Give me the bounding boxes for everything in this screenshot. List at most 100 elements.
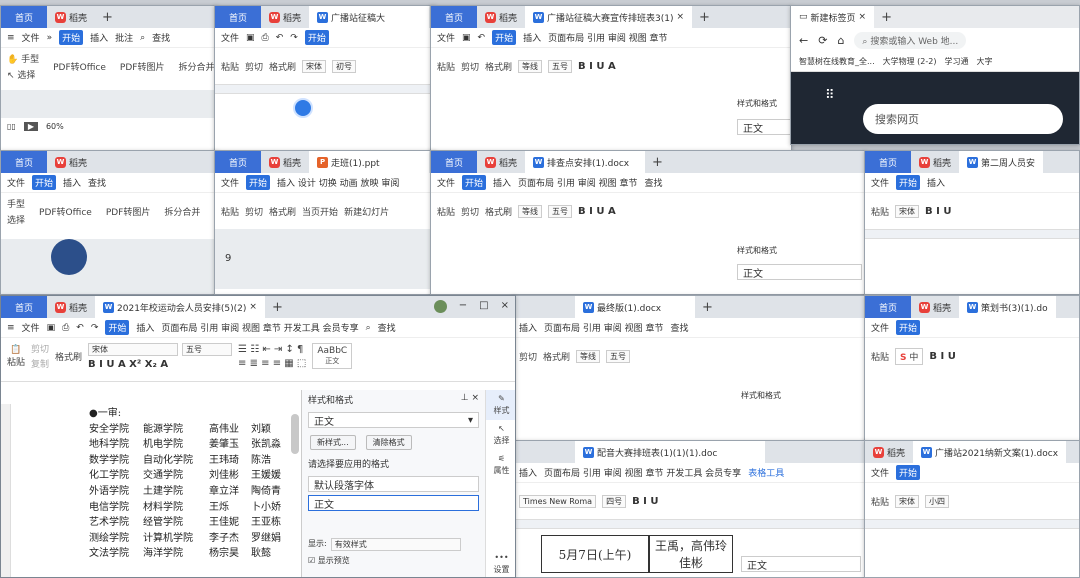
web-search-box[interactable]: 搜索网页 bbox=[863, 104, 1063, 134]
split-merge-button[interactable]: 拆分合并 bbox=[164, 205, 200, 218]
menu-insert[interactable]: 插入 bbox=[90, 31, 108, 44]
cut-button[interactable]: 剪切 bbox=[31, 342, 49, 355]
format-painter-button[interactable]: 格式刷 bbox=[55, 350, 82, 363]
menu-ribbon[interactable]: 插入 设计 切换 动画 放映 审阅 bbox=[277, 176, 399, 189]
play-icon[interactable]: ▶ bbox=[23, 121, 38, 131]
search-icon[interactable]: ⌕ bbox=[140, 33, 145, 43]
zoom-value[interactable]: 60% bbox=[46, 122, 64, 131]
cut-button[interactable]: 剪切 bbox=[461, 60, 479, 73]
menu-insert[interactable]: 插入 bbox=[523, 31, 541, 44]
tab-docer[interactable]: W 稻壳 bbox=[911, 151, 959, 173]
close-icon[interactable]: × bbox=[859, 12, 867, 22]
menu-insert[interactable]: 插入 bbox=[927, 176, 945, 189]
style-body[interactable]: 正文 bbox=[737, 119, 791, 135]
select-tool-button[interactable]: ↖ 选择 bbox=[7, 68, 39, 81]
format-buttons[interactable]: B I U A bbox=[578, 61, 616, 72]
menu-ribbon[interactable]: 页面布局 引用 审阅 视图 章节 bbox=[544, 321, 663, 334]
split-merge-button[interactable]: 拆分合并 bbox=[178, 60, 214, 73]
tab-docer[interactable]: W 稻壳 bbox=[477, 151, 525, 173]
font-select[interactable]: 宋体 bbox=[302, 59, 327, 73]
cut-button[interactable]: 剪切 bbox=[245, 60, 263, 73]
menu-insert[interactable]: 插入 bbox=[519, 466, 537, 479]
scrollbar[interactable] bbox=[291, 414, 299, 454]
menu-ribbon[interactable]: 页面布局 引用 审阅 视图 章节 开发工具 会员专享 bbox=[161, 321, 358, 334]
paste-button[interactable]: 粘贴 bbox=[437, 205, 455, 218]
paragraph-tools[interactable]: ☰ ☷ ⇤ ⇥ ↕ ¶ ≡ ≣ ≡ ≡ ▦ ⬚ bbox=[238, 344, 306, 369]
undo-icon[interactable]: ↶ bbox=[478, 33, 486, 43]
chevron-icon[interactable]: » bbox=[47, 33, 53, 43]
hand-tool-button[interactable]: ✋ 手型 bbox=[7, 52, 39, 65]
tab-document[interactable]: W 广播站征稿大 bbox=[309, 6, 430, 28]
format-buttons[interactable]: B I U bbox=[925, 206, 951, 217]
menu-insert[interactable]: 插入 bbox=[63, 176, 81, 189]
style-default-font[interactable]: 默认段落字体 bbox=[308, 476, 479, 492]
pin-icon[interactable]: ⊥ × bbox=[461, 393, 479, 406]
tab-new[interactable]: ▭ 新建标签页 × bbox=[791, 6, 875, 28]
tab-document[interactable]: W 第二周人员安 bbox=[959, 151, 1044, 173]
paste-button[interactable]: 粘贴 bbox=[871, 205, 889, 218]
ime-toolbar[interactable]: S 中 bbox=[895, 347, 924, 365]
close-window-icon[interactable]: × bbox=[501, 300, 509, 313]
tab-home[interactable]: 首页 bbox=[431, 6, 477, 28]
new-tab-button[interactable]: + bbox=[695, 296, 720, 318]
new-tab-button[interactable]: + bbox=[645, 151, 670, 173]
table-cell-date[interactable]: 5月7日(上午) bbox=[541, 535, 649, 573]
menu-file[interactable]: 文件 bbox=[871, 176, 889, 189]
font-select[interactable]: Times New Roma bbox=[519, 494, 597, 508]
bookmark-1[interactable]: 智慧树在线教育_全... bbox=[799, 56, 875, 67]
menu-start[interactable]: 开始 bbox=[246, 175, 271, 190]
bookmark-3[interactable]: 学习通 bbox=[945, 56, 969, 67]
menu-insert[interactable]: 插入 bbox=[519, 321, 537, 334]
font-select[interactable]: 宋体 bbox=[895, 494, 920, 508]
format-buttons[interactable]: B I U bbox=[632, 496, 658, 507]
new-tab-button[interactable]: + bbox=[265, 296, 290, 318]
menu-start[interactable]: 开始 bbox=[32, 175, 57, 190]
clear-format-button[interactable]: 清除格式 bbox=[365, 435, 412, 450]
menu-batch[interactable]: 批注 bbox=[115, 31, 133, 44]
paste-button[interactable]: 粘贴 bbox=[221, 205, 239, 218]
new-tab-button[interactable]: + bbox=[874, 6, 899, 28]
tab-docer[interactable]: W 稻壳 bbox=[47, 6, 95, 28]
format-painter-button[interactable]: 格式刷 bbox=[543, 350, 570, 363]
tab-home[interactable]: 首页 bbox=[1, 6, 47, 28]
menu-start[interactable]: 开始 bbox=[896, 320, 921, 335]
new-style-button[interactable]: 新样式... bbox=[310, 435, 356, 450]
font-select[interactable]: 等线 bbox=[518, 59, 543, 73]
tab-document[interactable]: W 广播站2021纳新文案(1).docx bbox=[913, 441, 1067, 463]
menu-find[interactable]: 查找 bbox=[152, 31, 170, 44]
size-select[interactable]: 五号 bbox=[606, 349, 631, 363]
menu-ribbon[interactable]: 页面布局 引用 审阅 视图 章节 开发工具 会员专享 bbox=[544, 466, 741, 479]
refresh-icon[interactable]: ⟳ bbox=[818, 34, 827, 47]
copy-button[interactable]: 复制 bbox=[31, 357, 49, 370]
new-tab-button[interactable]: + bbox=[95, 6, 120, 28]
menu-file[interactable]: 文件 bbox=[437, 176, 455, 189]
save-icon[interactable]: ▣ bbox=[47, 323, 56, 333]
style-body[interactable]: 正文 bbox=[741, 556, 861, 572]
style-gallery[interactable]: AaBbC 正文 bbox=[312, 343, 353, 369]
cut-button[interactable]: 剪切 bbox=[245, 205, 263, 218]
font-select[interactable]: 等线 bbox=[576, 349, 601, 363]
size-select[interactable]: 四号 bbox=[602, 494, 627, 508]
preview-checkbox[interactable]: ☑ 显示预览 bbox=[308, 555, 350, 566]
menu-insert[interactable]: 插入 bbox=[136, 321, 154, 334]
menu-find[interactable]: 查找 bbox=[378, 321, 396, 334]
tab-home[interactable]: 首页 bbox=[215, 6, 261, 28]
tab-document[interactable]: W 排查点安排(1).docx bbox=[525, 151, 646, 173]
pdf-to-image-button[interactable]: PDF转图片 bbox=[106, 205, 151, 218]
paste-button[interactable]: 粘贴 bbox=[437, 60, 455, 73]
user-avatar[interactable] bbox=[433, 300, 447, 313]
close-icon[interactable]: × bbox=[249, 302, 257, 312]
menu-start[interactable]: 开始 bbox=[304, 30, 329, 45]
paste-button[interactable]: 粘贴 bbox=[871, 350, 889, 363]
menu-file[interactable]: 文件 bbox=[22, 321, 40, 334]
pdf-to-office-button[interactable]: PDF转Office bbox=[39, 205, 92, 218]
play-from-current-button[interactable]: 当页开始 bbox=[302, 205, 338, 218]
search-icon[interactable]: ⌕ bbox=[366, 323, 371, 333]
menu-insert[interactable]: 插入 bbox=[493, 176, 511, 189]
menu-table-tools[interactable]: 表格工具 bbox=[748, 466, 784, 479]
menu-file[interactable]: 文件 bbox=[221, 31, 239, 44]
redo-icon[interactable]: ↷ bbox=[91, 323, 99, 333]
tab-home[interactable]: 首页 bbox=[865, 151, 911, 173]
new-slide-button[interactable]: 新建幻灯片 bbox=[344, 205, 389, 218]
sidebar-attributes[interactable]: ⚟ 属性 bbox=[494, 450, 510, 480]
